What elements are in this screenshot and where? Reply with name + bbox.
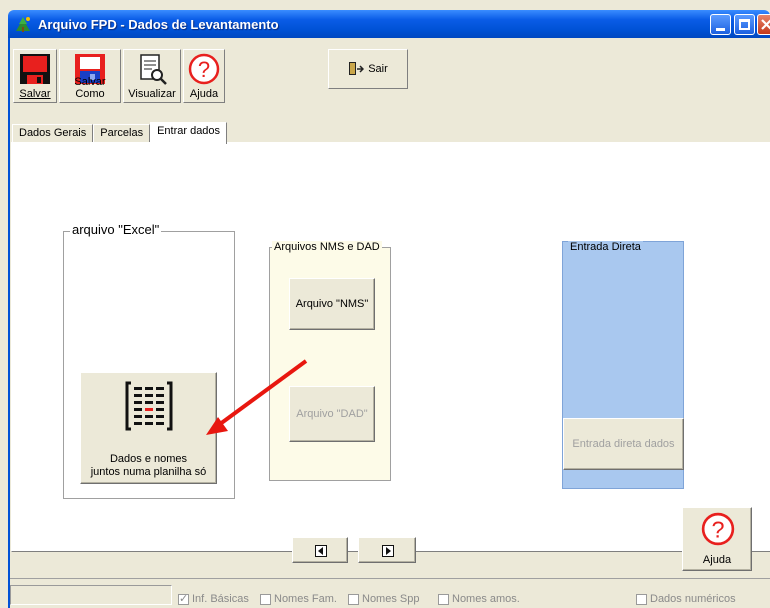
exit-door-icon — [349, 62, 365, 75]
tab-entrar-dados[interactable]: Entrar dados — [150, 122, 228, 144]
window-body: Salvar Salvar Como Visualizar ? Ajuda Sa… — [8, 38, 770, 608]
check-nomes-amos-label: Nomes amos. — [452, 593, 520, 605]
arrow-right-icon — [382, 545, 394, 557]
arrow-left-icon — [315, 545, 327, 557]
exit-button[interactable]: Sair — [328, 49, 408, 89]
excel-import-label-line1: Dados e nomes — [109, 453, 188, 465]
maximize-button[interactable] — [734, 14, 755, 35]
check-nomes-fam[interactable]: Nomes Fam. — [260, 593, 337, 605]
check-nomes-amos[interactable]: Nomes amos. — [438, 593, 520, 605]
floppy-disk-icon — [20, 54, 50, 84]
save-button[interactable]: Salvar — [13, 49, 57, 103]
app-window: Arquivo FPD - Dados de Levantamento Salv… — [0, 0, 770, 608]
direct-entry-group-title: Entrada Direta — [568, 241, 643, 253]
check-nomes-spp[interactable]: Nomes Spp — [348, 593, 419, 605]
close-icon — [761, 19, 770, 30]
check-dados-numericos[interactable]: Dados numéricos — [636, 593, 736, 605]
tab-strip: Dados Gerais Parcelas Entrar dados — [10, 122, 228, 144]
maximize-icon — [739, 19, 750, 30]
nms-file-button[interactable]: Arquivo "NMS" — [289, 278, 375, 330]
window-title: Arquivo FPD - Dados de Levantamento — [38, 16, 279, 32]
tab-dados-gerais[interactable]: Dados Gerais — [12, 124, 94, 143]
preview-label: Visualizar — [128, 88, 176, 100]
check-nomes-amos-box[interactable] — [438, 593, 449, 605]
save-as-button[interactable]: Salvar Como — [59, 49, 121, 103]
help-toolbar-label: Ajuda — [189, 88, 219, 100]
red-arrow-annotation — [206, 359, 308, 435]
tab-panel-entrar-dados: arquivo "Excel" Dados e nomes juntos num… — [11, 142, 770, 571]
excel-group-title: arquivo "Excel" — [70, 222, 162, 237]
check-nomes-fam-box[interactable] — [260, 593, 271, 605]
save-as-label: Salvar Como — [74, 76, 106, 100]
exit-label: Sair — [368, 63, 388, 75]
save-label: Salvar — [19, 88, 51, 100]
spreadsheet-icon — [125, 381, 173, 431]
check-nomes-fam-label: Nomes Fam. — [274, 593, 337, 605]
question-mark-icon-large: ? — [701, 512, 735, 546]
check-inf-basicas[interactable]: Inf. Básicas — [178, 592, 249, 605]
preview-button[interactable]: Visualizar — [123, 49, 181, 103]
check-nomes-spp-box[interactable] — [348, 593, 359, 605]
previous-button[interactable] — [292, 537, 348, 563]
help-toolbar-button[interactable]: ? Ajuda — [183, 49, 225, 103]
excel-import-label-line2: juntos numa planilha só — [90, 466, 207, 478]
direct-entry-button[interactable]: Entrada direta dados — [563, 418, 684, 470]
svg-text:?: ? — [198, 57, 210, 82]
check-inf-basicas-box[interactable] — [178, 592, 189, 605]
check-dados-numericos-label: Dados numéricos — [650, 593, 736, 605]
question-mark-icon: ? — [188, 53, 220, 85]
nms-dad-group-title: Arquivos NMS e DAD — [272, 241, 382, 253]
help-button-label: Ajuda — [702, 554, 732, 566]
status-bar: Inf. Básicas Nomes Fam. Nomes Spp Nomes … — [10, 578, 770, 608]
title-bar[interactable]: Arquivo FPD - Dados de Levantamento — [8, 10, 770, 38]
check-dados-numericos-box[interactable] — [636, 593, 647, 605]
check-nomes-spp-label: Nomes Spp — [362, 593, 420, 605]
direct-entry-group: Entrada Direta Entrada direta dados — [562, 241, 684, 489]
close-button[interactable] — [757, 14, 770, 35]
status-panel — [10, 585, 172, 605]
svg-text:?: ? — [712, 517, 725, 543]
next-button[interactable] — [358, 537, 416, 563]
minimize-icon — [716, 28, 725, 31]
excel-import-button[interactable]: Dados e nomes juntos numa planilha só — [80, 372, 217, 484]
tab-parcelas[interactable]: Parcelas — [93, 124, 151, 143]
check-inf-basicas-label: Inf. Básicas — [192, 593, 249, 605]
excel-import-label: Dados e nomes juntos numa planilha só — [81, 453, 216, 479]
document-preview-icon — [140, 54, 167, 85]
minimize-button[interactable] — [710, 14, 731, 35]
app-logo-icon — [16, 17, 30, 32]
help-button[interactable]: ? Ajuda — [682, 507, 752, 571]
